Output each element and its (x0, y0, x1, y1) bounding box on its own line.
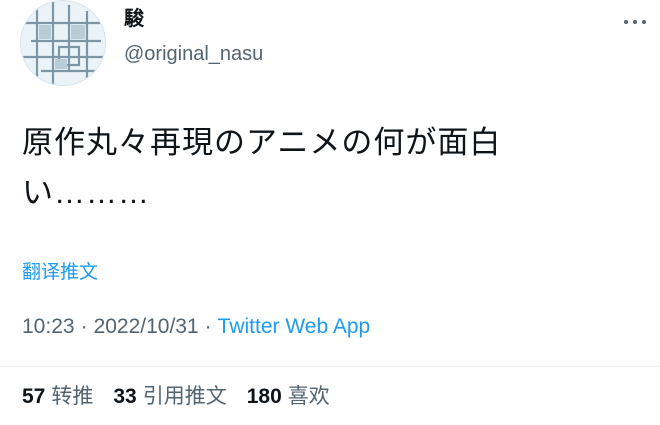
more-dot (624, 20, 628, 24)
tweet-stats: 57 转推 33 引用推文 180 喜欢 (22, 382, 330, 412)
meta-separator: · (204, 315, 212, 338)
tweet-client[interactable]: Twitter Web App (218, 315, 371, 338)
retweets-count: 57 (22, 385, 46, 408)
quotes-count: 33 (113, 385, 137, 408)
tweet-text: 原作丸々再現のアニメの何が面白い……… (22, 125, 502, 210)
translate-link[interactable]: 翻译推文 (22, 260, 98, 286)
likes-count: 180 (246, 385, 282, 408)
divider (0, 366, 660, 367)
avatar-pattern-icon (21, 1, 105, 85)
quotes-label: 引用推文 (142, 385, 227, 408)
user-info: 駿 @original_nasu (124, 6, 263, 68)
tweet-meta: 10:23 · 2022/10/31 · Twitter Web App (22, 312, 370, 342)
likes-label: 喜欢 (287, 385, 330, 408)
quotes-stat[interactable]: 33 引用推文 (113, 382, 226, 412)
meta-separator: · (80, 315, 88, 338)
display-name[interactable]: 駿 (124, 6, 263, 32)
more-dot (633, 20, 637, 24)
retweets-label: 转推 (51, 385, 94, 408)
more-icon[interactable] (624, 14, 646, 30)
likes-stat[interactable]: 180 喜欢 (247, 382, 330, 412)
avatar[interactable] (20, 0, 106, 86)
tweet-card: 駿 @original_nasu 原作丸々再現のアニメの何が面白い……… 翻译推… (0, 0, 660, 425)
tweet-time[interactable]: 10:23 (22, 315, 75, 338)
user-handle[interactable]: @original_nasu (124, 40, 263, 68)
retweets-stat[interactable]: 57 转推 (22, 382, 93, 412)
tweet-date[interactable]: 2022/10/31 (94, 315, 199, 338)
more-dot (642, 20, 646, 24)
